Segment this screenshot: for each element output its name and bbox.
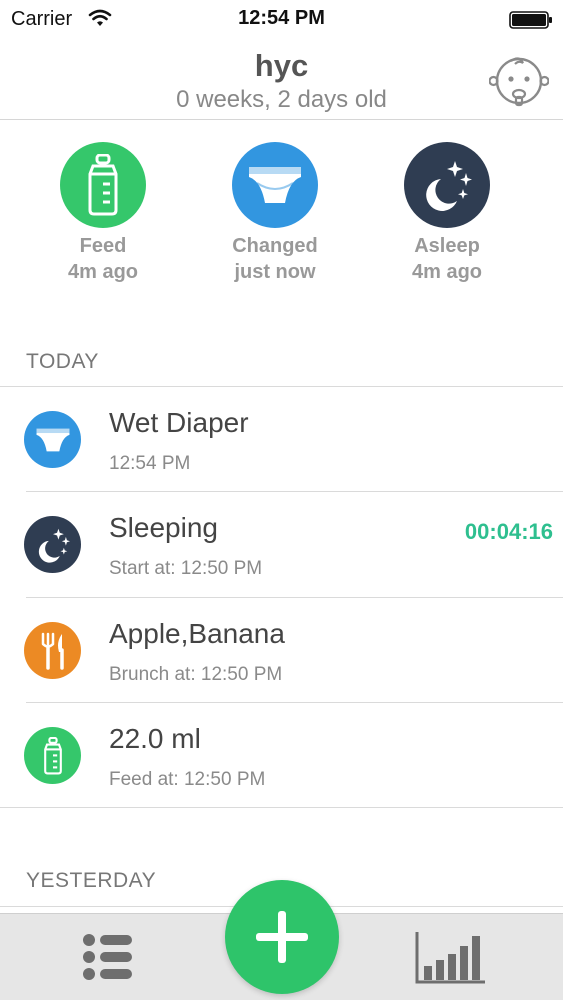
quick-feed-when: 4m ago bbox=[67, 261, 139, 283]
quick-feed-label: Feed bbox=[79, 235, 127, 257]
log-entry-sleeping[interactable]: Sleeping Start at: 12:50 PM 00:04:16 bbox=[0, 492, 563, 597]
baby-age: 0 weeks, 2 days old bbox=[176, 86, 387, 113]
list-icon[interactable] bbox=[82, 932, 134, 982]
moon-stars-icon bbox=[426, 161, 472, 211]
quick-changed-when: just now bbox=[234, 261, 316, 283]
quick-asleep-label: Asleep bbox=[414, 235, 480, 257]
moon-stars-icon bbox=[24, 516, 81, 573]
quick-changed-circle bbox=[232, 142, 318, 228]
log-title: Apple,Banana bbox=[109, 618, 285, 649]
section-today-header: TODAY bbox=[26, 350, 99, 373]
log-title: Sleeping bbox=[109, 512, 218, 543]
quick-asleep-when: 4m ago bbox=[411, 261, 483, 283]
log-entry-wet-diaper[interactable]: Wet Diaper 12:54 PM bbox=[0, 387, 563, 492]
bar-chart-icon[interactable] bbox=[415, 930, 487, 986]
plus-icon bbox=[256, 911, 308, 963]
add-entry-button[interactable] bbox=[225, 880, 339, 994]
quick-asleep-button[interactable]: Asleep 4m ago bbox=[372, 142, 522, 285]
status-bar: Carrier 12:54 PM bbox=[0, 0, 563, 40]
log-entry-feed[interactable]: 22.0 ml Feed at: 12:50 PM bbox=[0, 703, 563, 808]
log-subtitle: Start at: 12:50 PM bbox=[109, 558, 263, 579]
diaper-icon bbox=[249, 167, 301, 203]
baby-name: hyc bbox=[254, 48, 309, 83]
sleep-timer: 00:04:16 bbox=[464, 519, 553, 544]
log-entry-brunch[interactable]: Apple,Banana Brunch at: 12:50 PM bbox=[0, 598, 563, 703]
quick-changed-label: Changed bbox=[232, 235, 318, 257]
log-title: Wet Diaper bbox=[109, 407, 249, 438]
log-subtitle: 12:54 PM bbox=[109, 453, 191, 474]
battery-icon bbox=[509, 11, 552, 29]
diaper-icon bbox=[24, 411, 81, 468]
log-subtitle: Brunch at: 12:50 PM bbox=[109, 664, 283, 685]
clock-label: 12:54 PM bbox=[238, 7, 325, 29]
fork-knife-icon bbox=[24, 622, 81, 679]
baby-header: hyc 0 weeks, 2 days old bbox=[0, 40, 563, 120]
quick-asleep-circle bbox=[404, 142, 490, 228]
log-title: 22.0 ml bbox=[109, 723, 201, 754]
log-subtitle: Feed at: 12:50 PM bbox=[109, 769, 266, 790]
bottle-icon bbox=[88, 154, 118, 216]
quick-changed-button[interactable]: Changed just now bbox=[200, 142, 350, 285]
section-yesterday-header: YESTERDAY bbox=[26, 869, 157, 892]
quick-feed-button[interactable]: Feed 4m ago bbox=[28, 142, 178, 285]
quick-feed-circle bbox=[60, 142, 146, 228]
divider bbox=[0, 807, 563, 808]
bottle-icon bbox=[24, 727, 81, 784]
baby-face-icon[interactable] bbox=[489, 54, 549, 108]
